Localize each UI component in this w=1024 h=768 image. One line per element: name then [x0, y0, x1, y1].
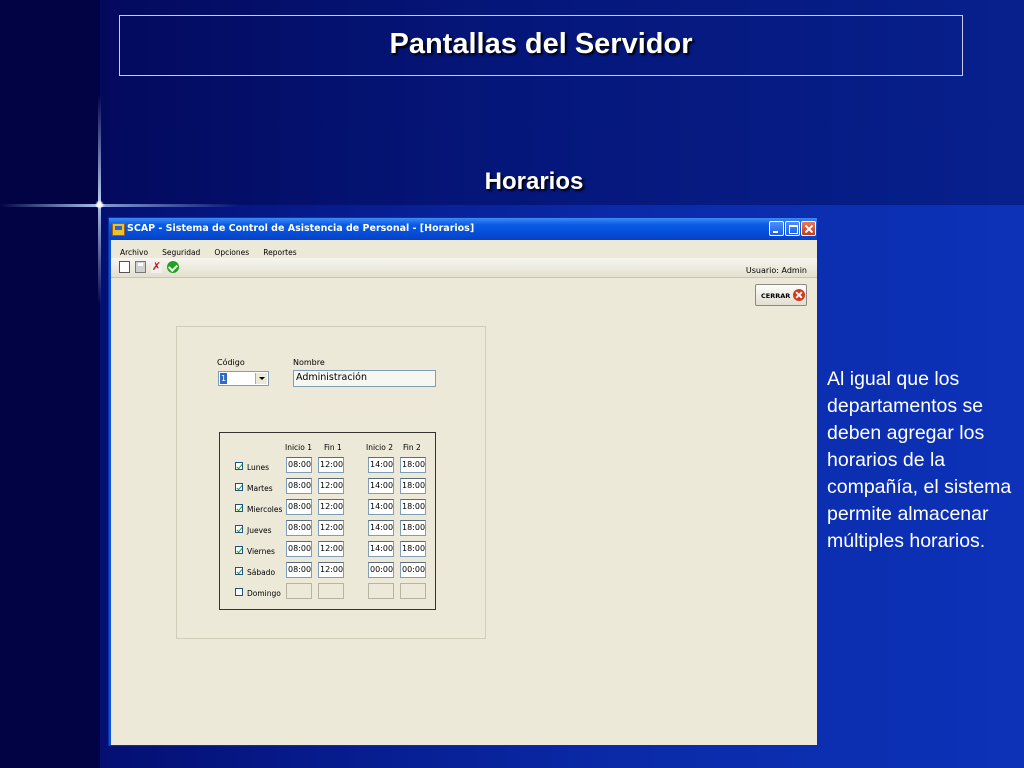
- checkbox-sabado[interactable]: [235, 567, 243, 575]
- slide-title: Pantallas del Servidor: [389, 28, 693, 60]
- inicio2-field[interactable]: 00:00: [368, 562, 394, 578]
- chevron-down-icon[interactable]: [255, 373, 267, 384]
- window-titlebar[interactable]: SCAP - Sistema de Control de Asistencia …: [109, 218, 817, 240]
- nombre-field[interactable]: Administración: [293, 370, 436, 387]
- header-fin2: Fin 2: [403, 443, 421, 452]
- checkbox-lunes[interactable]: [235, 462, 243, 470]
- day-label: Sábado: [247, 568, 276, 577]
- day-row-domingo: Domingo: [220, 583, 435, 601]
- window-close-button[interactable]: [801, 221, 816, 236]
- fin2-field: [400, 583, 426, 599]
- light-flare: [0, 204, 240, 207]
- fin1-field[interactable]: 12:00: [318, 562, 344, 578]
- fin1-field: [318, 583, 344, 599]
- day-label: Lunes: [247, 463, 270, 472]
- menu-archivo[interactable]: Archivo: [120, 248, 148, 257]
- app-window: SCAP - Sistema de Control de Asistencia …: [108, 217, 818, 746]
- checkbox-viernes[interactable]: [235, 546, 243, 554]
- form-area: CERRAR Código 1 Nombre Administración In…: [111, 278, 817, 745]
- checkbox-domingo[interactable]: [235, 588, 243, 596]
- inicio2-field: [368, 583, 394, 599]
- fin2-field[interactable]: 18:00: [400, 457, 426, 473]
- day-row-viernes: Viernes 08:00 12:00 14:00 18:00: [220, 541, 435, 559]
- day-label: Martes: [247, 484, 273, 493]
- inicio1-field[interactable]: 08:00: [286, 499, 312, 515]
- user-label: Usuario: Admin: [745, 266, 807, 275]
- inicio1-field: [286, 583, 312, 599]
- inicio2-field[interactable]: 14:00: [368, 478, 394, 494]
- cancel-icon[interactable]: ✗: [151, 261, 162, 273]
- light-flare-center: [95, 200, 104, 209]
- day-label: Domingo: [247, 589, 281, 598]
- fin2-field[interactable]: 18:00: [400, 541, 426, 557]
- nombre-label: Nombre: [293, 358, 325, 367]
- slide-subtitle: Horarios: [484, 168, 584, 195]
- schedule-table: Inicio 1 Fin 1 Inicio 2 Fin 2 Lunes 08:0…: [219, 432, 436, 610]
- day-label: Viernes: [247, 547, 275, 556]
- checkbox-jueves[interactable]: [235, 525, 243, 533]
- header-fin1: Fin 1: [324, 443, 342, 452]
- day-row-lunes: Lunes 08:00 12:00 14:00 18:00: [220, 457, 435, 475]
- cerrar-button[interactable]: CERRAR: [755, 284, 807, 306]
- fin2-field[interactable]: 18:00: [400, 478, 426, 494]
- codigo-label: Código: [217, 358, 245, 367]
- slide-description: Al igual que los departamentos se deben …: [827, 368, 1012, 552]
- save-icon[interactable]: [135, 261, 146, 273]
- fin1-field[interactable]: 12:00: [318, 478, 344, 494]
- inicio1-field[interactable]: 08:00: [286, 478, 312, 494]
- codigo-select[interactable]: 1: [218, 371, 269, 386]
- checkbox-martes[interactable]: [235, 483, 243, 491]
- checkbox-miercoles[interactable]: [235, 504, 243, 512]
- menu-opciones[interactable]: Opciones: [214, 248, 249, 257]
- inicio2-field[interactable]: 14:00: [368, 499, 394, 515]
- window-title: SCAP - Sistema de Control de Asistencia …: [127, 223, 475, 234]
- menu-reportes[interactable]: Reportes: [263, 248, 296, 257]
- inicio1-field[interactable]: 08:00: [286, 520, 312, 536]
- day-label: Miercoles: [247, 505, 283, 514]
- maximize-button[interactable]: [785, 221, 800, 236]
- day-row-jueves: Jueves 08:00 12:00 14:00 18:00: [220, 520, 435, 538]
- header-inicio1: Inicio 1: [285, 443, 313, 452]
- cerrar-label: CERRAR: [761, 292, 791, 300]
- day-row-martes: Martes 08:00 12:00 14:00 18:00: [220, 478, 435, 496]
- new-document-icon[interactable]: [119, 261, 130, 273]
- fin2-field[interactable]: 18:00: [400, 499, 426, 515]
- fin1-field[interactable]: 12:00: [318, 520, 344, 536]
- slide-title-box: Pantallas del Servidor: [119, 15, 963, 76]
- day-row-sabado: Sábado 08:00 12:00 00:00 00:00: [220, 562, 435, 580]
- inicio2-field[interactable]: 14:00: [368, 541, 394, 557]
- minimize-button[interactable]: [769, 221, 784, 236]
- inicio1-field[interactable]: 08:00: [286, 457, 312, 473]
- close-icon: [793, 289, 805, 301]
- header-inicio2: Inicio 2: [366, 443, 394, 452]
- menu-seguridad[interactable]: Seguridad: [162, 248, 200, 257]
- day-label: Jueves: [247, 526, 272, 535]
- fin2-field[interactable]: 00:00: [400, 562, 426, 578]
- codigo-value: 1: [220, 373, 228, 384]
- app-icon: [112, 223, 125, 236]
- inicio2-field[interactable]: 14:00: [368, 520, 394, 536]
- inicio1-field[interactable]: 08:00: [286, 541, 312, 557]
- inicio1-field[interactable]: 08:00: [286, 562, 312, 578]
- inicio2-field[interactable]: 14:00: [368, 457, 394, 473]
- menu-bar: Archivo Seguridad Opciones Reportes: [111, 240, 817, 258]
- fin1-field[interactable]: 12:00: [318, 541, 344, 557]
- fin1-field[interactable]: 12:00: [318, 457, 344, 473]
- slide-left-band: [0, 0, 100, 768]
- toolbar: ✗ Usuario: Admin: [111, 258, 817, 278]
- fin2-field[interactable]: 18:00: [400, 520, 426, 536]
- day-row-miercoles: Miercoles 08:00 12:00 14:00 18:00: [220, 499, 435, 517]
- horario-group: Código 1 Nombre Administración Inicio 1 …: [176, 326, 486, 639]
- fin1-field[interactable]: 12:00: [318, 499, 344, 515]
- accept-icon[interactable]: [167, 261, 179, 273]
